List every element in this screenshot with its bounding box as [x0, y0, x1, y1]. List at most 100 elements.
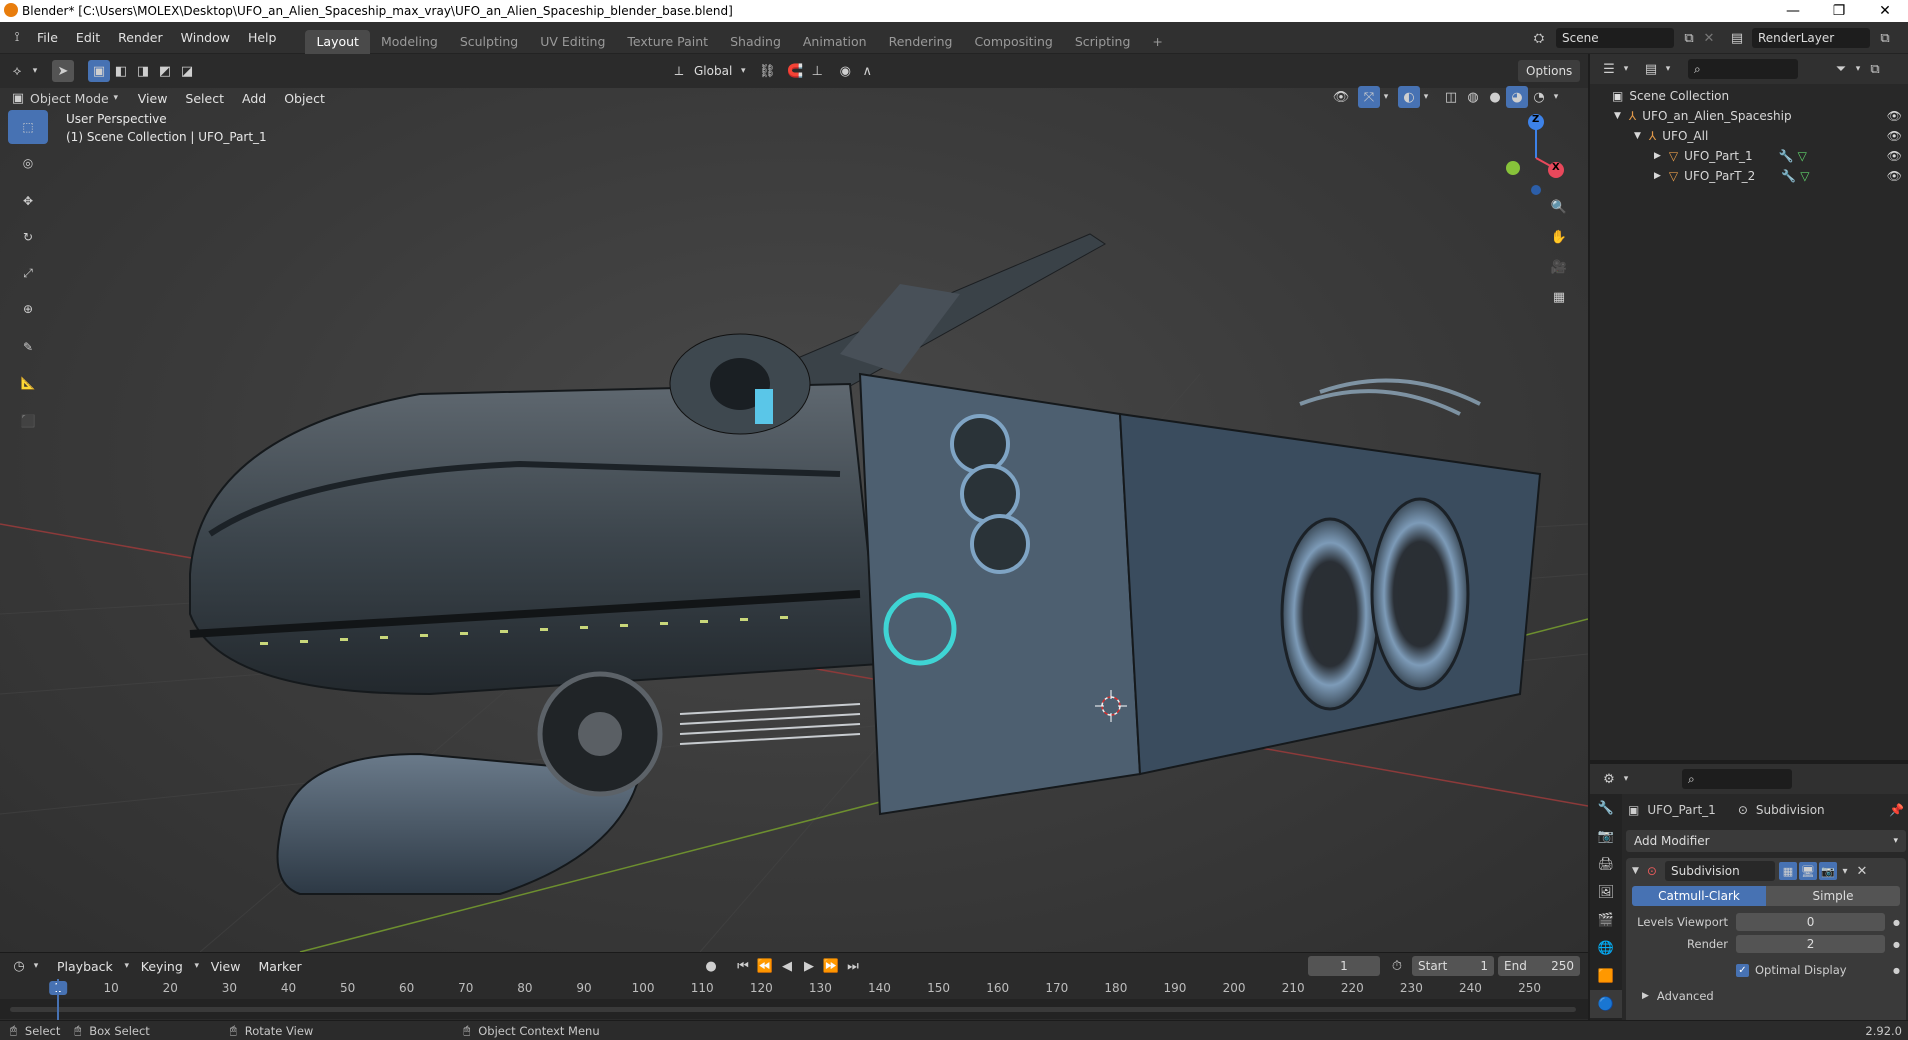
- menu-edit[interactable]: Edit: [67, 22, 109, 54]
- ufo-model[interactable]: [189, 233, 1542, 895]
- properties-editor-icon[interactable]: ⚙: [1598, 768, 1620, 790]
- record-icon[interactable]: ●: [700, 955, 722, 977]
- solid-shading-icon[interactable]: ●: [1484, 86, 1506, 108]
- outliner-search-input[interactable]: ⌕: [1688, 59, 1798, 79]
- new-collection-icon[interactable]: ⧉: [1864, 58, 1886, 80]
- mesh-data-icon[interactable]: ▽: [1798, 149, 1807, 163]
- current-frame-field[interactable]: 1: [1308, 956, 1380, 976]
- viewport-toggle-icon[interactable]: 🖥: [1798, 862, 1817, 880]
- playhead-line[interactable]: [57, 979, 59, 1021]
- options-dropdown[interactable]: Options: [1518, 60, 1581, 82]
- timeline-menu-playback[interactable]: Playback: [48, 955, 122, 977]
- catmull-clark-button[interactable]: Catmull-Clark: [1632, 886, 1766, 906]
- keyframe-dot-icon[interactable]: ●: [1893, 940, 1900, 949]
- object-mode-dropdown[interactable]: Object Mode: [30, 91, 109, 106]
- tab-animation[interactable]: Animation: [792, 30, 878, 54]
- outliner-root-row[interactable]: ▣ Scene Collection: [1590, 86, 1908, 106]
- material-shading-icon[interactable]: ◕: [1506, 86, 1528, 108]
- tab-compositing[interactable]: Compositing: [963, 30, 1063, 54]
- eye-icon[interactable]: 👁: [1887, 149, 1902, 163]
- render-toggle-icon[interactable]: 📷: [1818, 862, 1837, 880]
- xray-icon[interactable]: ◫: [1440, 86, 1462, 108]
- minimize-button[interactable]: —: [1770, 0, 1816, 22]
- frame-ruler[interactable]: 1102030405060708090100110120130140150160…: [0, 979, 1588, 999]
- render-layer-field[interactable]: RenderLayer: [1752, 28, 1870, 48]
- pivot-icon[interactable]: ⛓: [756, 60, 778, 82]
- cursor-tool-icon[interactable]: ◎: [8, 146, 48, 180]
- add-modifier-dropdown[interactable]: Add Modifier ▾: [1626, 830, 1906, 852]
- chevron-down-icon[interactable]: ▾: [1550, 86, 1562, 108]
- outliner-item-ufo-part-1[interactable]: ▶ ▽ UFO_Part_1 🔧 ▽ 👁: [1590, 146, 1908, 166]
- tab-texture-paint[interactable]: Texture Paint: [616, 30, 719, 54]
- add-workspace-button[interactable]: +: [1141, 30, 1173, 54]
- move-tool-icon[interactable]: ✥: [8, 184, 48, 218]
- view-layer-icon[interactable]: ▤: [1726, 27, 1748, 49]
- viewport-menu-view[interactable]: View: [129, 88, 177, 108]
- scale-tool-icon[interactable]: ⤢: [8, 256, 48, 290]
- add-cube-tool-icon[interactable]: ⬛: [8, 404, 48, 438]
- viewport-menu-add[interactable]: Add: [233, 88, 275, 108]
- camera-view-icon[interactable]: 🎥: [1548, 256, 1570, 278]
- snap-icon[interactable]: 🧲: [784, 60, 806, 82]
- chevron-down-icon[interactable]: ▾: [1420, 86, 1432, 108]
- select-tool-icon[interactable]: ➤: [52, 60, 74, 82]
- view-layer-tab-icon[interactable]: 🖼: [1590, 878, 1622, 906]
- new-layer-icon[interactable]: ⧉: [1874, 27, 1896, 49]
- keyframe-dot-icon[interactable]: ●: [1893, 918, 1900, 927]
- chevron-down-icon[interactable]: ▾: [28, 60, 42, 82]
- timeline-menu-keying[interactable]: Keying: [132, 955, 192, 977]
- scene-tab-icon[interactable]: 🎬: [1590, 906, 1622, 934]
- remove-modifier-icon[interactable]: ✕: [1853, 860, 1871, 882]
- pan-hand-icon[interactable]: ✋: [1548, 226, 1570, 248]
- pin-icon[interactable]: 📌: [1889, 803, 1904, 817]
- advanced-subpanel[interactable]: ▶ Advanced: [1642, 986, 1900, 1006]
- tab-shading[interactable]: Shading: [719, 30, 792, 54]
- timeline-track[interactable]: [0, 999, 1588, 1019]
- end-frame-field[interactable]: End 250: [1498, 956, 1580, 976]
- navigation-gizmo[interactable]: Z X: [1490, 108, 1570, 198]
- select-intersect-icon[interactable]: ◪: [176, 60, 198, 82]
- transform-tool-icon[interactable]: ⊕: [8, 292, 48, 326]
- expand-arrow-icon[interactable]: ▶: [1642, 991, 1649, 1001]
- expand-arrow-icon[interactable]: ▼: [1614, 111, 1621, 121]
- object-tab-icon[interactable]: 🟧: [1590, 962, 1622, 990]
- select-extend-icon[interactable]: ◧: [110, 60, 132, 82]
- timeline-editor-icon[interactable]: ◷: [8, 955, 30, 977]
- chevron-down-icon[interactable]: ▾: [30, 955, 42, 977]
- edit-mode-toggle-icon[interactable]: ▦: [1778, 862, 1797, 880]
- outliner-item-ufo-all[interactable]: ▼ ⅄ UFO_All 👁: [1590, 126, 1908, 146]
- tab-uv-editing[interactable]: UV Editing: [529, 30, 616, 54]
- close-button[interactable]: ✕: [1862, 0, 1908, 22]
- new-scene-icon[interactable]: ⧉: [1678, 27, 1700, 49]
- tab-rendering[interactable]: Rendering: [878, 30, 964, 54]
- gizmo-toggle-icon[interactable]: ⤧: [1358, 86, 1380, 108]
- tool-tab-icon[interactable]: 🔧: [1590, 794, 1622, 822]
- chevron-down-icon[interactable]: ▾: [1837, 860, 1853, 882]
- select-difference-icon[interactable]: ◩: [154, 60, 176, 82]
- render-levels-field[interactable]: 2: [1736, 935, 1886, 953]
- maximize-button[interactable]: ❐: [1816, 0, 1862, 22]
- menu-render[interactable]: Render: [109, 22, 172, 54]
- stopwatch-icon[interactable]: ⏱: [1386, 955, 1408, 977]
- jump-keyframe-back-icon[interactable]: ⏪: [754, 955, 776, 977]
- modifier-tab-icon[interactable]: 🔵: [1590, 990, 1622, 1018]
- filter-icon[interactable]: ⏷: [1830, 58, 1852, 80]
- viewport-menu-object[interactable]: Object: [275, 88, 334, 108]
- expand-arrow-icon[interactable]: ▼: [1634, 131, 1641, 141]
- proportional-edit-icon[interactable]: ◉: [834, 60, 856, 82]
- optimal-display-checkbox[interactable]: ✓: [1736, 963, 1749, 977]
- simple-button[interactable]: Simple: [1766, 886, 1900, 906]
- snap-target-icon[interactable]: ⊥: [806, 60, 828, 82]
- select-box-tool-icon[interactable]: ⬚: [8, 110, 48, 144]
- viewport-menu-select[interactable]: Select: [176, 88, 233, 108]
- properties-search-input[interactable]: ⌕: [1682, 769, 1792, 789]
- tab-layout[interactable]: Layout: [305, 29, 370, 54]
- tab-sculpting[interactable]: Sculpting: [449, 30, 529, 54]
- transform-orientation-dropdown[interactable]: Global: [690, 60, 736, 82]
- display-mode-icon[interactable]: ▤: [1640, 58, 1662, 80]
- outliner-item-ufo-part-2[interactable]: ▶ ▽ UFO_ParT_2 🔧 ▽ 👁: [1590, 166, 1908, 186]
- menu-help[interactable]: Help: [239, 22, 286, 54]
- expand-arrow-icon[interactable]: ▶: [1654, 151, 1661, 161]
- expand-arrow-icon[interactable]: ▶: [1654, 171, 1661, 181]
- play-icon[interactable]: ▶: [798, 955, 820, 977]
